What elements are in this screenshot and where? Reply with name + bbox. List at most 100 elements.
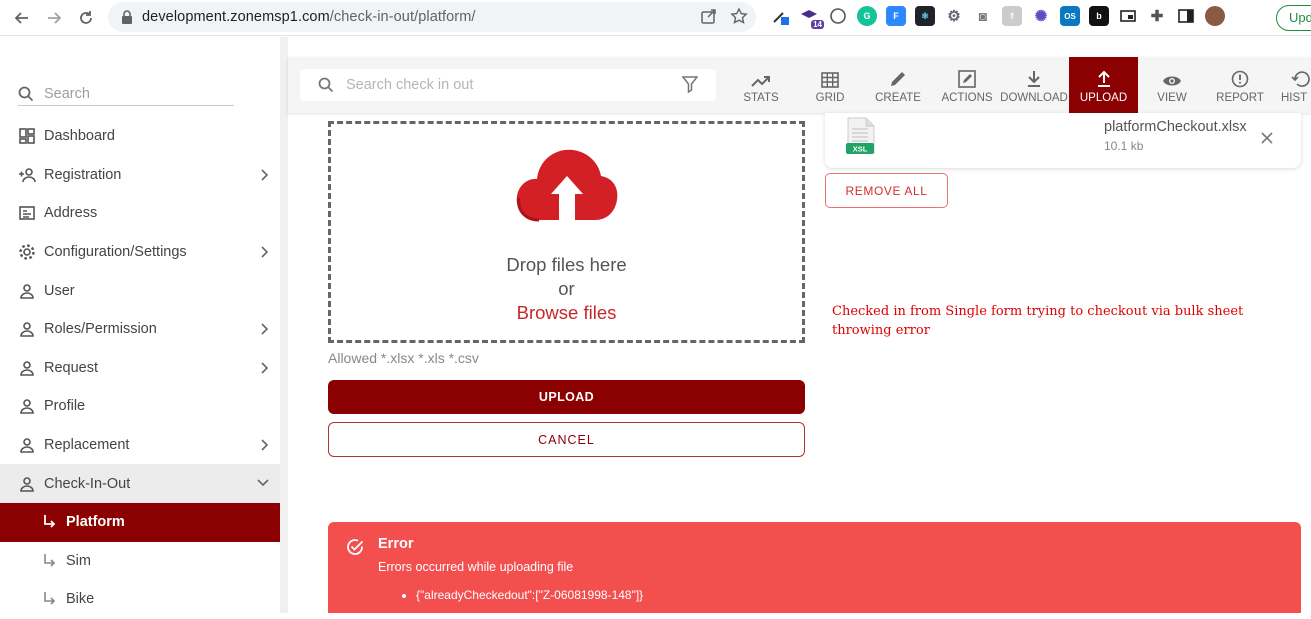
browse-files-link[interactable]: Browse files — [517, 301, 617, 325]
sidebar-item-label: User — [44, 282, 75, 299]
chevron-right-icon — [260, 361, 270, 379]
sidebar-subitem-label: Platform — [66, 514, 125, 531]
sidebar-item-profile[interactable]: Profile — [0, 387, 280, 426]
grid-label: GRID — [815, 92, 845, 104]
history-label: HIST — [1281, 92, 1308, 104]
filter-icon[interactable] — [681, 76, 699, 98]
error-alert: Error Errors occurred while uploading fi… — [328, 522, 1301, 613]
close-icon[interactable] — [1261, 131, 1273, 149]
sidebar-item-label: Address — [44, 205, 98, 222]
stats-label: STATS — [743, 92, 779, 104]
dev-extension-icon[interactable] — [828, 6, 848, 26]
chevron-down-icon — [256, 476, 270, 492]
font-extension-icon[interactable]: f — [1002, 6, 1022, 26]
sidebar-search-input[interactable]: Search — [44, 86, 90, 102]
chevron-right-icon — [260, 322, 270, 340]
sidebar-item-configuration[interactable]: Configuration/Settings — [0, 233, 280, 272]
sidebar-item-registration[interactable]: Registration — [0, 156, 280, 195]
person-add-icon — [18, 166, 36, 184]
sidebar-item-label: Registration — [44, 166, 122, 183]
history-button[interactable]: HIST — [1281, 57, 1311, 113]
sidebar-item-request[interactable]: Request — [0, 349, 280, 388]
graduation-extension-icon[interactable]: 14 — [799, 6, 824, 29]
extension-badge: 14 — [811, 20, 824, 29]
pen-extension-icon[interactable] — [770, 6, 790, 26]
sidebar-item-label: Check-In-Out — [44, 475, 131, 492]
camera-icon[interactable]: ◙ — [973, 6, 993, 26]
react-devtools-icon[interactable]: ⚛ — [915, 6, 935, 26]
lock-icon — [118, 8, 136, 26]
person-icon — [18, 320, 36, 338]
sidebar-search[interactable]: Search — [18, 82, 234, 106]
sidebar-item-user[interactable]: User — [0, 271, 280, 310]
browser-chrome: development.zonemsp1.com/check-in-out/pl… — [0, 0, 1311, 36]
actions-label: ACTIONS — [941, 92, 993, 104]
forward-icon[interactable] — [38, 2, 70, 34]
update-button[interactable]: Upd — [1276, 5, 1311, 31]
chevron-right-icon — [260, 168, 270, 186]
toolbar-search[interactable]: Search check in out — [300, 69, 716, 101]
download-button[interactable]: DOWNLOAD — [1000, 57, 1068, 113]
person-icon — [18, 475, 36, 493]
pencil-icon — [889, 66, 907, 88]
sidepanel-icon[interactable] — [1176, 6, 1196, 26]
b-extension-icon[interactable]: b — [1089, 6, 1109, 26]
sidebar-item-dashboard[interactable]: Dashboard — [0, 117, 280, 156]
pip-icon[interactable] — [1118, 6, 1138, 26]
trending-up-icon — [751, 66, 771, 88]
allowed-types-text: Allowed *.xlsx *.xls *.csv — [328, 350, 479, 366]
grid-icon — [821, 66, 839, 88]
subdirectory-arrow-icon — [40, 513, 58, 531]
toolbar-search-input[interactable]: Search check in out — [346, 77, 473, 93]
error-title: Error — [378, 536, 414, 552]
sidebar-subitem-sim[interactable]: Sim — [0, 542, 280, 581]
create-button[interactable]: CREATE — [870, 57, 926, 113]
dashboard-icon — [18, 127, 36, 145]
sidebar-item-label: Configuration/Settings — [44, 244, 187, 261]
share-icon[interactable] — [700, 7, 718, 30]
history-icon — [1281, 66, 1311, 88]
remove-all-button[interactable]: REMOVE ALL — [825, 173, 948, 208]
reload-icon[interactable] — [70, 2, 102, 34]
sidebar-item-replacement[interactable]: Replacement — [0, 426, 280, 465]
grammarly-icon[interactable]: G — [857, 6, 877, 26]
cancel-button[interactable]: CANCEL — [328, 422, 805, 457]
spreadsheet-file-icon: XSL — [845, 117, 877, 162]
top-toolbar: Search check in out STATS GRID CREATE AC… — [288, 57, 1311, 113]
avatar[interactable] — [1205, 6, 1225, 26]
file-dropzone[interactable]: Drop files here or Browse files — [328, 121, 805, 343]
sidebar-item-check-in-out[interactable]: Check-In-Out — [0, 464, 280, 503]
bookmark-star-icon[interactable] — [730, 7, 748, 30]
cloud-upload-icon — [515, 146, 619, 227]
person-icon — [18, 359, 36, 377]
file-type-badge: XSL — [853, 145, 868, 154]
address-bar[interactable]: development.zonemsp1.com/check-in-out/pl… — [108, 2, 756, 32]
sidebar-item-label: Dashboard — [44, 128, 115, 145]
sidebar-subitem-platform[interactable]: Platform — [0, 502, 280, 542]
stats-button[interactable]: STATS — [736, 57, 786, 113]
graphql-icon[interactable]: ✺ — [1031, 6, 1051, 26]
create-label: CREATE — [875, 92, 921, 104]
subdirectory-arrow-icon — [40, 552, 58, 570]
upload-button[interactable]: UPLOAD — [1069, 57, 1138, 113]
view-button[interactable]: VIEW — [1145, 57, 1199, 113]
gear-extension-icon[interactable]: ⚙ — [944, 6, 964, 26]
edit-box-icon — [958, 66, 976, 88]
back-icon[interactable] — [6, 2, 38, 34]
actions-button[interactable]: ACTIONS — [938, 57, 996, 113]
alert-circle-icon — [1231, 66, 1249, 88]
error-details: {"alreadyCheckedout":["Z-06081998-148"]} — [400, 588, 643, 602]
puzzle-icon[interactable]: ✚ — [1147, 6, 1167, 26]
fb-extension-icon[interactable]: F — [886, 6, 906, 26]
sidebar: Search Dashboard Registration Address Co… — [0, 37, 280, 613]
report-button[interactable]: REPORT — [1213, 57, 1267, 113]
search-icon — [18, 86, 34, 101]
sidebar-item-label: Profile — [44, 398, 86, 415]
os-extension-icon[interactable]: OS — [1060, 6, 1080, 26]
grid-button[interactable]: GRID — [805, 57, 855, 113]
sidebar-item-roles[interactable]: Roles/Permission — [0, 310, 280, 349]
upload-submit-button[interactable]: UPLOAD — [328, 380, 805, 414]
check-circle-icon — [345, 537, 365, 562]
sidebar-item-address[interactable]: Address — [0, 194, 280, 233]
person-icon — [18, 282, 36, 300]
